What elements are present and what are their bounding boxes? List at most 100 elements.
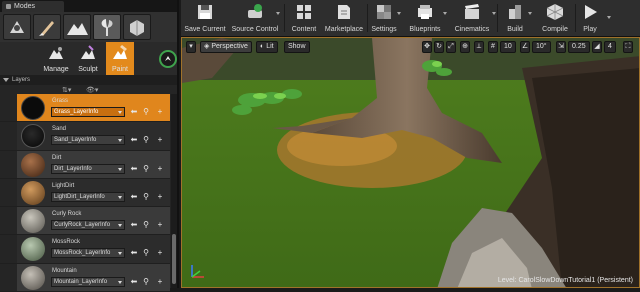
rotation-snap-value[interactable]: 10°	[532, 41, 551, 53]
paint-mode-button[interactable]	[33, 14, 61, 40]
use-selected-icon[interactable]: ⬅	[129, 107, 139, 117]
grid-snap-icon[interactable]: #	[488, 41, 498, 53]
layers-header[interactable]: Layers	[0, 75, 177, 85]
sort-icon[interactable]: ⇅▾	[62, 86, 71, 94]
save-current-button[interactable]: Save Current	[183, 0, 227, 37]
use-selected-icon[interactable]: ⬅	[129, 164, 139, 174]
layer-handle[interactable]	[0, 235, 17, 263]
layer-handle[interactable]	[0, 122, 17, 150]
layer-info-select[interactable]: LightDirt_LayerInfo	[51, 191, 125, 202]
lit-button[interactable]: ◐ Lit	[256, 41, 278, 53]
layer-curlyrock[interactable]: Curly Rock CurlyRock_LayerInfo ⬅ ⚲ +	[0, 207, 170, 236]
layer-info-select[interactable]: Sand_LayerInfo	[51, 135, 125, 146]
scale-tool-icon[interactable]: ⤢	[446, 41, 456, 53]
layer-sand[interactable]: Sand Sand_LayerInfo ⬅ ⚲ +	[0, 122, 170, 151]
foliage-mode-button[interactable]	[93, 14, 121, 40]
build-button[interactable]: Build	[500, 0, 532, 37]
browse-icon[interactable]: ⚲	[141, 135, 151, 145]
world-local-icon[interactable]: ⊕	[460, 41, 470, 53]
layer-list-scrollbar[interactable]	[171, 94, 177, 288]
layer-handle[interactable]	[0, 150, 17, 178]
add-icon[interactable]: +	[155, 192, 165, 202]
paint-tool-label: Paint	[112, 66, 128, 73]
scale-snap-icon[interactable]: ⇲	[556, 41, 566, 53]
maximize-viewport-icon[interactable]: ⛶	[623, 41, 633, 53]
mode-selector	[0, 12, 177, 42]
perspective-button[interactable]: ◈ Perspective	[200, 41, 252, 53]
layer-dirt[interactable]: Dirt Dirt_LayerInfo ⬅ ⚲ +	[0, 150, 170, 179]
add-icon[interactable]: +	[155, 277, 165, 287]
dropdown-caret-icon	[607, 16, 611, 19]
use-selected-icon[interactable]: ⬅	[129, 277, 139, 287]
scrollbar-thumb[interactable]	[172, 234, 176, 284]
marketplace-button[interactable]: Marketplace	[324, 0, 364, 37]
layer-info-select[interactable]: Dirt_LayerInfo	[51, 163, 125, 174]
manage-tool-label: Manage	[43, 66, 69, 73]
geometry-mode-button[interactable]	[123, 14, 151, 40]
add-icon[interactable]: +	[155, 248, 165, 258]
add-icon[interactable]: +	[155, 107, 165, 117]
settings-button[interactable]: Settings	[369, 0, 401, 37]
play-options-dropdown[interactable]	[604, 0, 614, 37]
paint-tool-button[interactable]: Paint	[106, 42, 134, 75]
visibility-icon[interactable]: 👁▾	[86, 86, 98, 94]
modes-tab[interactable]: Modes	[2, 1, 64, 12]
sculpt-tool-button[interactable]: Sculpt	[74, 42, 102, 75]
layer-lightdirt[interactable]: LightDirt LightDirt_LayerInfo ⬅ ⚲ +	[0, 178, 170, 208]
layer-handle[interactable]	[0, 263, 17, 292]
manage-icon	[49, 47, 63, 59]
blueprints-button[interactable]: Blueprints	[405, 0, 447, 37]
layer-handle[interactable]	[0, 94, 17, 122]
cinematics-button[interactable]: Cinematics	[450, 0, 496, 37]
content-button[interactable]: Content	[287, 0, 321, 37]
rotate-tool-icon[interactable]: ↻	[434, 41, 444, 53]
use-selected-icon[interactable]: ⬅	[129, 135, 139, 145]
use-selected-icon[interactable]: ⬅	[129, 192, 139, 202]
rotation-snap-icon[interactable]: ∠	[520, 41, 530, 53]
layer-info-value: Sand_LayerInfo	[54, 137, 97, 144]
source-control-button[interactable]: Source Control	[230, 0, 280, 37]
layer-info-select[interactable]: Grass_LayerInfo	[51, 107, 125, 117]
camera-speed-value[interactable]: 4	[604, 41, 616, 53]
dropdown-caret-icon	[118, 195, 122, 199]
play-button[interactable]: Play	[578, 0, 602, 37]
blueprints-label: Blueprints	[409, 26, 441, 33]
marketplace-icon	[338, 5, 350, 19]
foliage-icon	[101, 19, 113, 36]
browse-icon[interactable]: ⚲	[141, 220, 151, 230]
scale-snap-value[interactable]: 0.25	[568, 41, 590, 53]
use-selected-icon[interactable]: ⬅	[129, 248, 139, 258]
lit-label: Lit	[266, 43, 274, 50]
browse-icon[interactable]: ⚲	[141, 248, 151, 258]
camera-speed-icon[interactable]: ◢	[592, 41, 602, 53]
browse-icon[interactable]: ⚲	[141, 164, 151, 174]
layer-info-select[interactable]: Mountain_LayerInfo	[51, 276, 125, 287]
place-mode-button[interactable]	[3, 14, 31, 40]
show-button[interactable]: Show	[284, 41, 310, 53]
manage-tool-button[interactable]: Manage	[42, 42, 70, 75]
dropdown-caret-icon	[118, 224, 122, 228]
pin-button[interactable]	[159, 50, 177, 68]
level-viewport[interactable]: ▾ ◈ Perspective ◐ Lit Show ✥ ↻ ⤢ ⊕ ⟂ # 1…	[181, 37, 640, 288]
sculpt-icon	[81, 45, 95, 59]
browse-icon[interactable]: ⚲	[141, 192, 151, 202]
browse-icon[interactable]: ⚲	[141, 107, 151, 117]
layer-info-select[interactable]: MossRock_LayerInfo	[51, 248, 125, 259]
add-icon[interactable]: +	[155, 164, 165, 174]
layer-handle[interactable]	[0, 207, 17, 235]
grid-snap-value[interactable]: 10	[500, 41, 516, 53]
layer-info-select[interactable]: CurlyRock_LayerInfo	[51, 220, 125, 231]
use-selected-icon[interactable]: ⬅	[129, 220, 139, 230]
add-icon[interactable]: +	[155, 220, 165, 230]
browse-icon[interactable]: ⚲	[141, 277, 151, 287]
save-icon	[198, 5, 212, 19]
translate-tool-icon[interactable]: ✥	[422, 41, 432, 53]
compile-button[interactable]: Compile	[538, 0, 572, 37]
layer-handle[interactable]	[0, 178, 17, 207]
viewport-options-button[interactable]: ▾	[186, 41, 196, 53]
surface-snap-icon[interactable]: ⟂	[474, 41, 484, 53]
add-icon[interactable]: +	[155, 135, 165, 145]
layer-mossrock[interactable]: MossRock MossRock_LayerInfo ⬅ ⚲ +	[0, 235, 170, 264]
landscape-mode-button[interactable]	[63, 14, 91, 40]
layer-grass[interactable]: Grass Grass_LayerInfo ⬅ ⚲ +	[0, 94, 170, 123]
